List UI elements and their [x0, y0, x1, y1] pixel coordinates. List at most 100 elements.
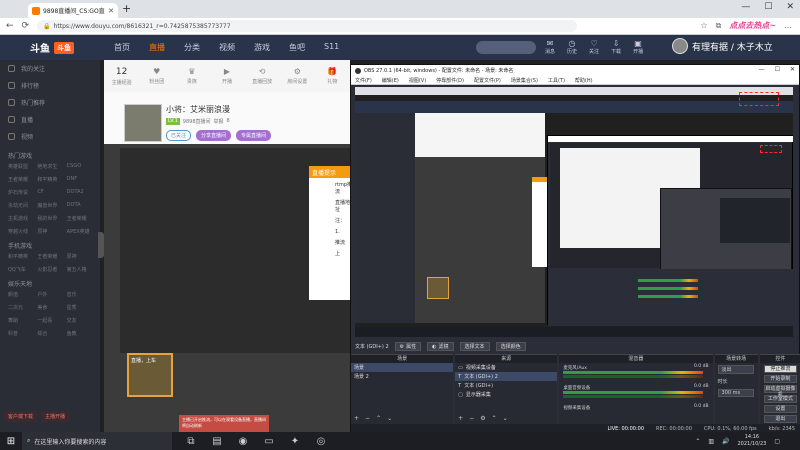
sidebar-link[interactable]: 穿越火线: [8, 228, 37, 235]
menu-edit[interactable]: 编辑(E): [382, 77, 399, 84]
scene-item[interactable]: 场景 2: [351, 372, 453, 381]
sidebar-link[interactable]: DOTA2: [67, 189, 96, 196]
move-down-icon[interactable]: ⌄: [387, 415, 392, 422]
sidebar-link[interactable]: 颜值: [8, 291, 37, 298]
client-download-button[interactable]: 客户端下载: [4, 411, 38, 422]
taskbar-search[interactable]: ⌕ 在这里输入你要搜索的内容: [22, 432, 172, 450]
sidebar-link[interactable]: CSGO: [67, 163, 96, 170]
system-clock[interactable]: 14:16 2021/10/23: [738, 434, 767, 448]
stat-noble[interactable]: ♛ 贵族: [174, 60, 209, 92]
nav-game[interactable]: 游戏: [254, 42, 270, 53]
task-view-icon[interactable]: ⧉: [184, 436, 198, 447]
sidebar-link[interactable]: 英雄联盟: [8, 163, 37, 170]
follow-button[interactable]: 已关注: [166, 130, 192, 141]
header-follow[interactable]: ♡ 关注: [589, 39, 599, 55]
volume-slider[interactable]: [563, 375, 704, 378]
obs-preview[interactable]: [355, 87, 793, 337]
source-item[interactable]: T 文本 (GDI+) 2: [455, 372, 558, 381]
add-icon[interactable]: +: [458, 415, 463, 422]
sidebar-link[interactable]: 和平精英: [8, 253, 37, 260]
remove-icon[interactable]: −: [365, 415, 370, 422]
header-history[interactable]: ◷ 历史: [567, 39, 577, 55]
start-broadcast-button[interactable]: 主播开播: [41, 411, 70, 422]
nav-category[interactable]: 分类: [184, 42, 200, 53]
select-text-button[interactable]: 选择文本: [459, 342, 490, 351]
gear-icon[interactable]: ⚙: [480, 415, 485, 422]
edge-browser-icon[interactable]: ◉: [236, 436, 250, 447]
sidebar-link[interactable]: 炉石传说: [8, 189, 37, 196]
file-explorer-icon[interactable]: ▤: [210, 436, 224, 447]
sidebar-link[interactable]: 综合: [37, 330, 66, 337]
remove-icon[interactable]: −: [469, 415, 474, 422]
star-icon[interactable]: ☆: [700, 21, 707, 30]
nav-home[interactable]: 首页: [114, 42, 130, 53]
sidebar-link[interactable]: 原神: [37, 228, 66, 235]
sidebar-link[interactable]: 交友: [67, 317, 96, 324]
sidebar-link[interactable]: 主机游戏: [8, 215, 37, 222]
sidebar-link[interactable]: 原神: [67, 253, 96, 260]
menu-docks[interactable]: 停靠部件(D): [436, 77, 464, 84]
share-button[interactable]: 分享直播间: [196, 130, 232, 141]
sidebar-link[interactable]: 美食: [37, 304, 66, 311]
menu-scene-collection[interactable]: 场景集合(S): [511, 77, 538, 84]
nav-live[interactable]: 直播: [149, 42, 165, 53]
sidebar-item-video[interactable]: 视频: [0, 128, 100, 145]
source-item[interactable]: T 文本 (GDI+): [455, 381, 557, 390]
sidebar-item-follow[interactable]: 我的关注: [0, 60, 100, 77]
collections-icon[interactable]: ⧉: [716, 21, 722, 31]
stat-settings[interactable]: ⚙ 房间设置: [280, 60, 315, 92]
sidebar-link[interactable]: 火影忍者: [37, 266, 66, 273]
browser-tab[interactable]: 9898直播间_CS:GO直播_斗鱼直播 ✕: [28, 3, 118, 18]
maximize-icon[interactable]: ☐: [775, 66, 780, 73]
minimize-icon[interactable]: —: [741, 2, 750, 12]
source-item[interactable]: ▢ 显示器采集: [455, 390, 557, 399]
menu-help[interactable]: 帮助(H): [575, 77, 593, 84]
stat-gift[interactable]: 🎁 礼物: [315, 60, 350, 92]
site-search-input[interactable]: [476, 41, 536, 54]
report-link[interactable]: 举报: [214, 118, 224, 125]
sidebar-link[interactable]: 科普: [8, 330, 37, 337]
header-message[interactable]: ✉ 消息: [545, 39, 555, 55]
sidebar-link[interactable]: CF: [37, 189, 66, 196]
sidebar-link[interactable]: 鱼教: [67, 330, 96, 337]
virtual-camera-button[interactable]: 启动虚拟摄像机: [763, 385, 798, 398]
settings-button[interactable]: 设置: [763, 405, 798, 413]
room-avatar[interactable]: [124, 104, 162, 142]
sidebar-link[interactable]: APEX英雄: [67, 228, 96, 235]
sidebar-item-hot[interactable]: 热门推荐: [0, 94, 100, 111]
sidebar-link[interactable]: 王者荣耀: [67, 215, 96, 222]
sidebar-link[interactable]: 和平精英: [37, 176, 66, 183]
sidebar-link[interactable]: 永劫无间: [8, 202, 37, 209]
sidebar-item-rank[interactable]: 排行榜: [0, 77, 100, 94]
stat-start[interactable]: ▶ 开播: [209, 60, 244, 92]
sidebar-link[interactable]: 我的世界: [37, 215, 66, 222]
nav-s11[interactable]: S11: [324, 42, 339, 53]
add-icon[interactable]: +: [354, 415, 359, 422]
stat-exp[interactable]: 12 主播经验: [104, 60, 139, 92]
sidebar-link[interactable]: 魔兽世界: [37, 202, 66, 209]
header-broadcast[interactable]: ▣ 开播: [633, 39, 643, 55]
obs-taskbar-icon[interactable]: ◎: [314, 436, 328, 447]
sidebar-link[interactable]: 一起看: [37, 317, 66, 324]
site-logo[interactable]: 斗鱼 斗鱼: [30, 40, 74, 55]
header-download[interactable]: ⇩ 下载: [611, 39, 621, 55]
notification-icon[interactable]: ▢: [774, 438, 780, 445]
properties-button[interactable]: ⚙ 属性: [394, 342, 422, 351]
sidebar-link[interactable]: 星秀: [67, 304, 96, 311]
volume-slider[interactable]: [563, 395, 704, 398]
stat-fans[interactable]: ♥ 粉丝团: [139, 60, 174, 92]
address-bar[interactable]: 🔒 https://www.douyu.com/8616321_r=0.7425…: [37, 20, 578, 32]
sidebar-link[interactable]: 王者荣耀: [37, 253, 66, 260]
transition-select[interactable]: 淡出: [717, 365, 754, 374]
move-down-icon[interactable]: ⌄: [503, 415, 508, 422]
volume-icon[interactable]: 🔊: [722, 438, 729, 445]
more-icon[interactable]: …: [784, 21, 792, 30]
network-icon[interactable]: ▥: [708, 438, 714, 445]
sidebar-link[interactable]: 第五人格: [67, 266, 96, 273]
move-up-icon[interactable]: ⌃: [492, 415, 497, 422]
start-recording-button[interactable]: 开始录制: [763, 375, 798, 383]
studio-mode-button[interactable]: 工作室模式: [763, 395, 798, 403]
exclusive-room-button[interactable]: 专属直播间: [236, 130, 272, 141]
nav-video[interactable]: 视频: [219, 42, 235, 53]
sidebar-link[interactable]: DNF: [67, 176, 96, 183]
